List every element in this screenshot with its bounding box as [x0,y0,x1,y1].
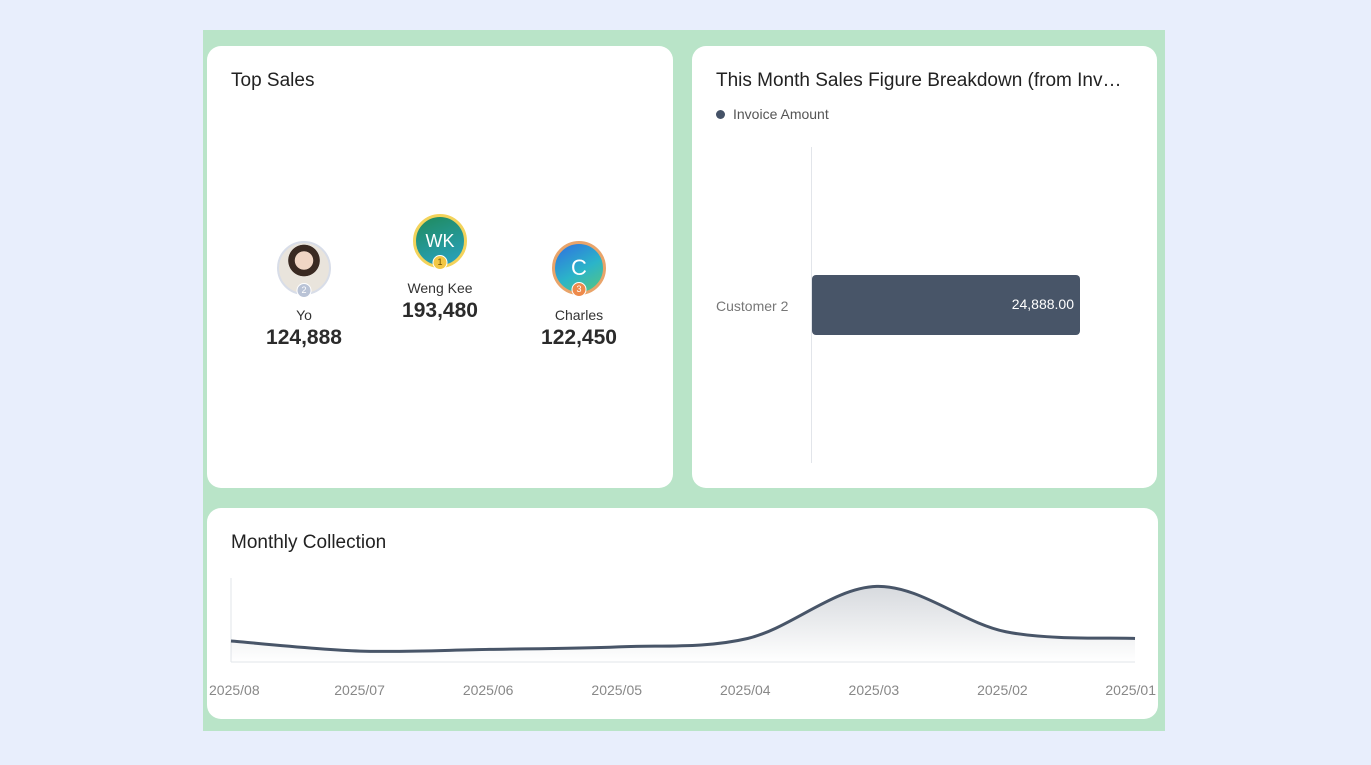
avatar-initials: C [571,255,587,280]
person-sales-value: 122,450 [541,326,617,349]
avatar: C 3 [552,241,606,297]
avatar: 2 [277,241,331,298]
top-sales-person-yo[interactable]: 2 Yo 124,888 [244,241,364,350]
x-tick-label: 2025/03 [849,682,900,698]
monthly-collection-card: Monthly Collection 2025/08 2025/07 2025/06… [207,508,1158,719]
legend-label: Invoice Amount [733,106,829,122]
x-tick-labels: 2025/08 2025/07 2025/06 2025/05 2025/04 2025/… [209,682,1156,698]
sales-breakdown-card: This Month Sales Figure Breakdown (from … [692,46,1157,488]
data-point-2025-07[interactable] [357,648,363,654]
chart-legend[interactable]: Invoice Amount [716,106,829,122]
avatar: WK 1 [413,214,467,270]
bar-category-label: Customer 2 [716,298,789,314]
top-sales-card: Top Sales 2 Yo 124,888 WK 1 Weng Kee 193… [207,46,673,488]
x-tick-label: 2025/02 [977,682,1028,698]
rank-badge: 2 [296,283,312,298]
sales-breakdown-title: This Month Sales Figure Breakdown (from … [716,70,1126,91]
avatar-initials: WK [425,230,455,251]
top-sales-person-charles[interactable]: C 3 Charles 122,450 [519,241,639,350]
x-tick-label: 2025/01 [1105,682,1156,698]
dashboard-board: Top Sales 2 Yo 124,888 WK 1 Weng Kee 193… [203,30,1165,731]
data-point-2025-03[interactable] [874,583,880,589]
person-sales-value: 193,480 [402,299,478,322]
monthly-collection-chart[interactable]: 2025/08 2025/07 2025/06 2025/05 2025/04 2025/… [207,508,1158,719]
data-point-2025-04[interactable] [745,635,751,641]
x-tick-label: 2025/07 [334,682,385,698]
top-sales-person-weng-kee[interactable]: WK 1 Weng Kee 193,480 [380,214,500,323]
data-point-2025-01[interactable] [1132,635,1138,641]
x-tick-label: 2025/05 [591,682,642,698]
person-name: Weng Kee [407,280,473,296]
person-sales-value: 124,888 [266,326,342,349]
bar-value-label: 24,888.00 [1011,296,1074,312]
x-tick-label: 2025/06 [463,682,514,698]
data-point-2025-06[interactable] [486,646,492,652]
series-group [228,583,1138,662]
x-tick-label: 2025/04 [720,682,771,698]
top-sales-title: Top Sales [231,70,315,91]
data-point-2025-05[interactable] [615,644,621,650]
data-point-2025-08[interactable] [228,638,234,644]
data-point-2025-02[interactable] [1003,629,1009,635]
x-tick-label: 2025/08 [209,682,260,698]
person-name: Yo [296,307,312,323]
rank-badge: 3 [571,282,587,297]
bar-customer-2[interactable]: 24,888.00 [812,275,1080,335]
person-name: Charles [554,307,604,323]
rank-badge: 1 [432,255,448,270]
legend-dot-icon [716,109,725,119]
